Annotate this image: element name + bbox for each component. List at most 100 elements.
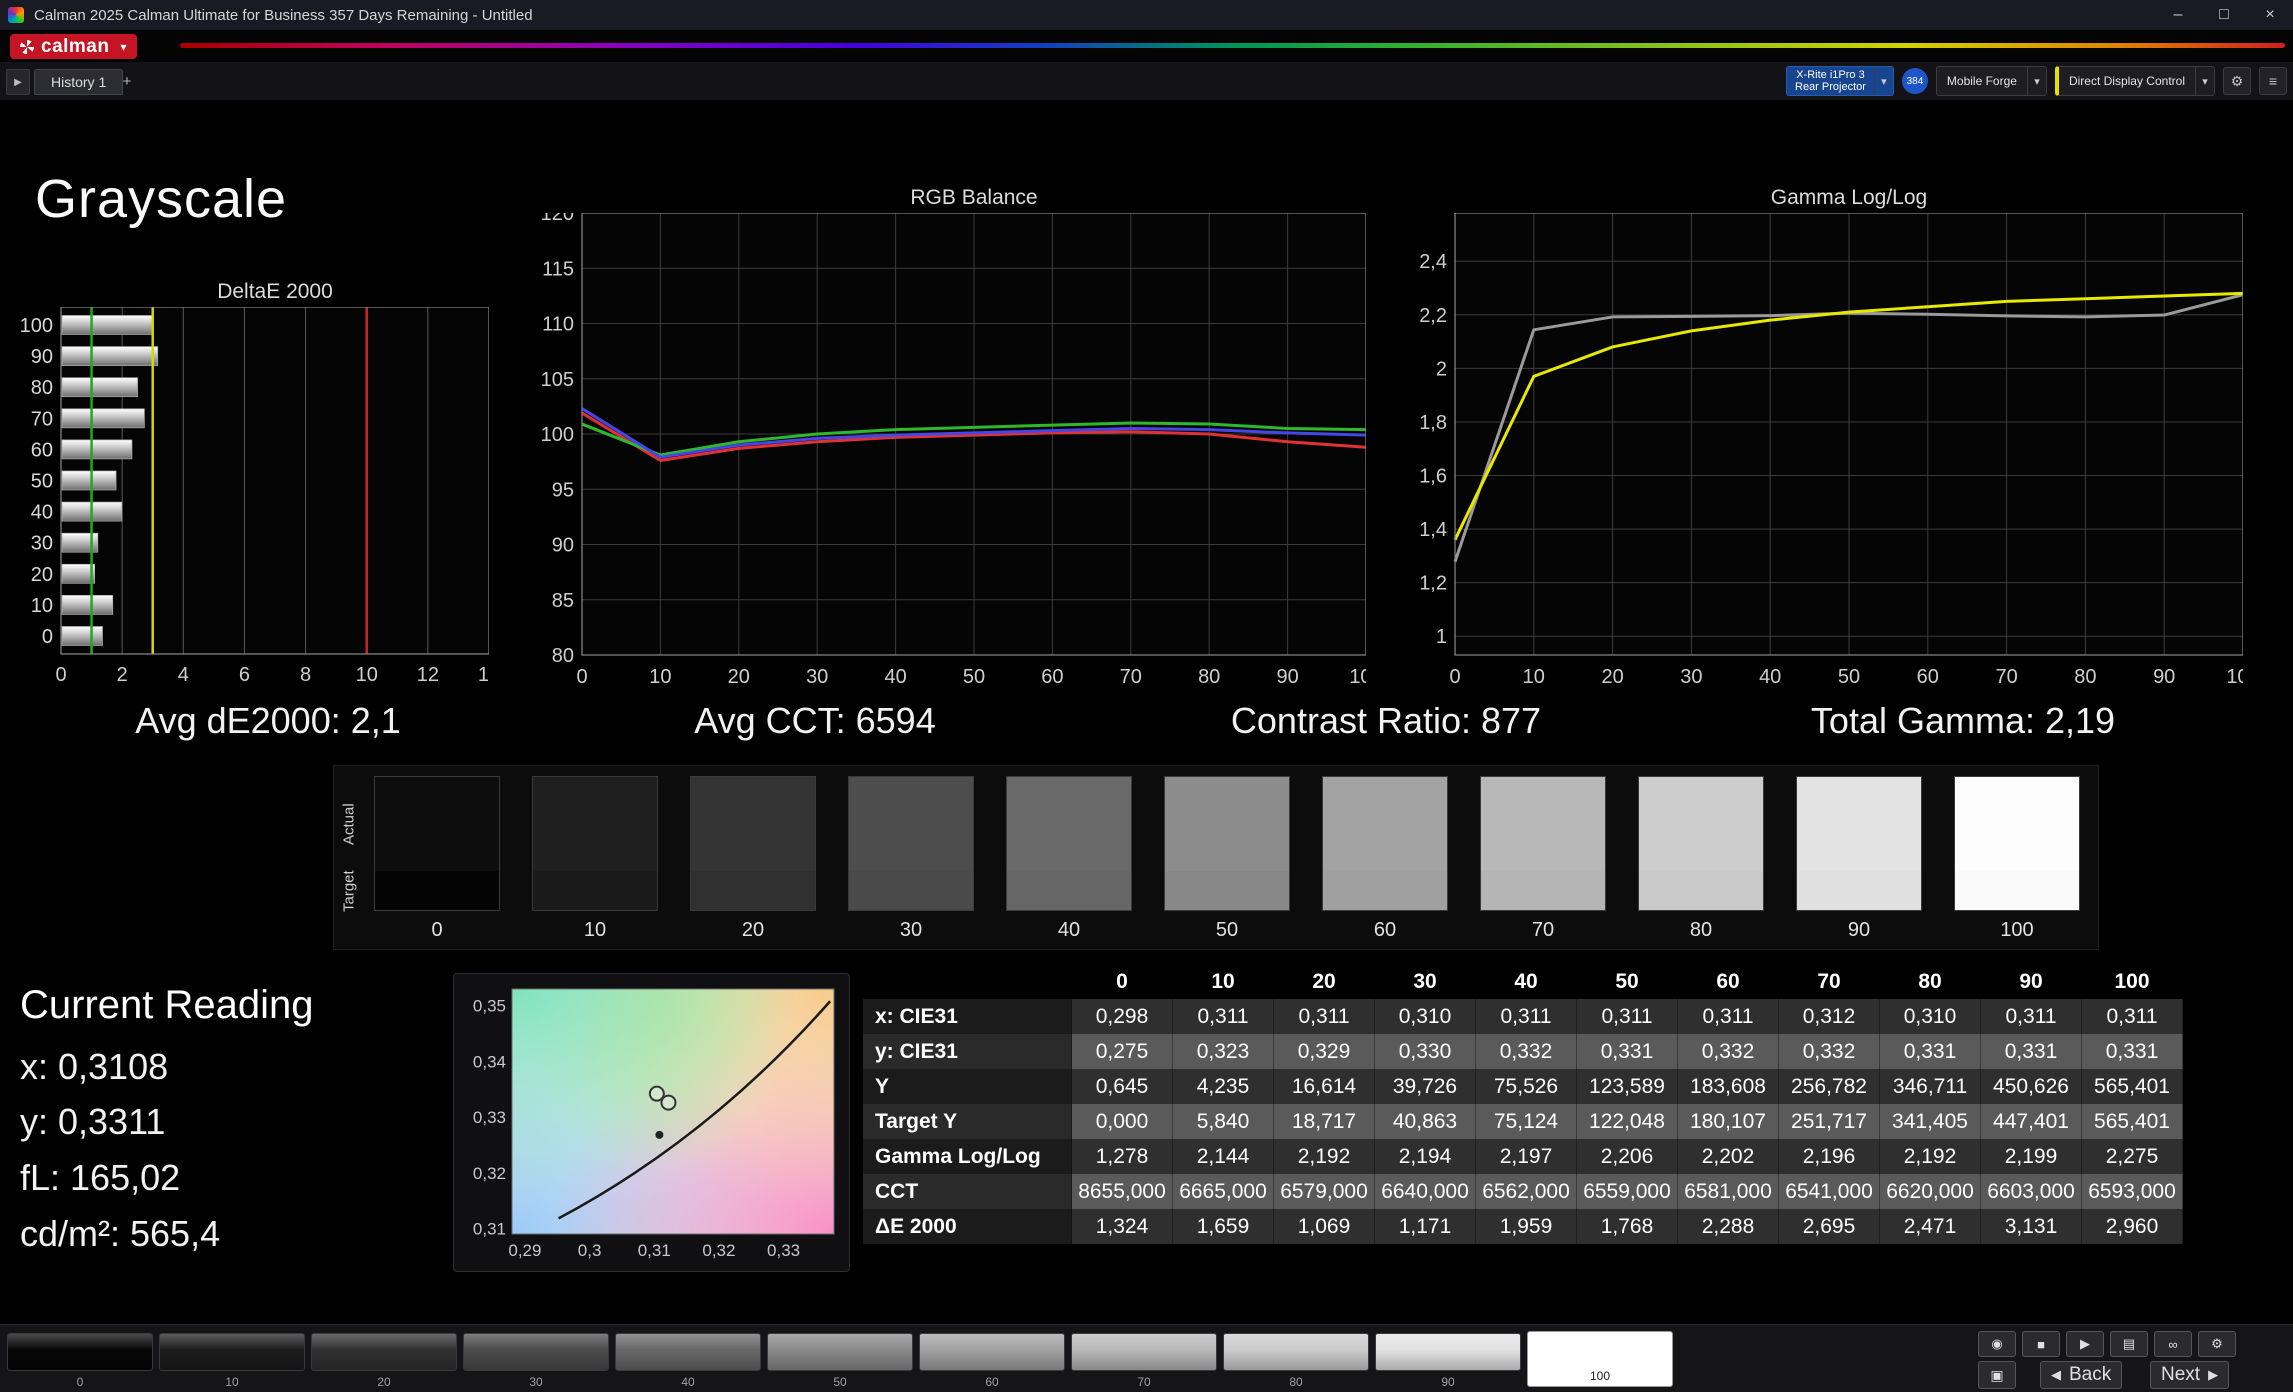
swatch-target-patch: [690, 871, 816, 911]
table-cell: 0,000: [1072, 1104, 1173, 1139]
pattern-source-dropdown[interactable]: Mobile Forge ▾: [1935, 66, 2047, 96]
current-reading-title: Current Reading: [20, 983, 314, 1027]
maximize-button[interactable]: □: [2201, 0, 2247, 30]
pattern-window-button[interactable]: ▣: [1978, 1361, 2016, 1389]
level-button-60[interactable]: 60: [919, 1331, 1065, 1389]
level-button-patch[interactable]: [7, 1333, 153, 1371]
level-button-50[interactable]: 50: [767, 1331, 913, 1389]
level-button-30[interactable]: 30: [463, 1331, 609, 1389]
menu-icon[interactable]: ≡: [2259, 67, 2287, 95]
svg-text:6: 6: [239, 664, 250, 686]
swatch-level-label: 0: [431, 919, 443, 941]
grayscale-swatch-strip: Actual Target 0 10 20 30 40 50 60 70 80 90 100: [333, 765, 2099, 950]
brand-bar: calman ▾: [0, 30, 2293, 62]
table-cell: 6593,000: [2082, 1174, 2183, 1209]
chevron-down-icon: ▾: [120, 39, 127, 54]
table-column-header: 70: [1779, 965, 1880, 999]
level-button-100[interactable]: 100: [1527, 1331, 1673, 1389]
calman-menu-button[interactable]: calman ▾: [10, 34, 137, 59]
swatch-target-patch: [1164, 871, 1290, 911]
table-cell: 0,645: [1072, 1069, 1173, 1104]
swatch-level-label: 20: [741, 919, 765, 941]
level-button-patch[interactable]: [1071, 1333, 1217, 1371]
display-control-dropdown[interactable]: Direct Display Control ▾: [2054, 66, 2215, 96]
table-column-header: 90: [1981, 965, 2082, 999]
swatch-target-patch: [532, 871, 658, 911]
level-button-patch[interactable]: [919, 1333, 1065, 1371]
play-button[interactable]: ▶: [2066, 1331, 2104, 1357]
level-button-patch[interactable]: [1223, 1333, 1369, 1371]
minimize-button[interactable]: –: [2155, 0, 2201, 30]
stop-button[interactable]: ■: [2022, 1331, 2060, 1357]
table-cell: 2,202: [1678, 1139, 1779, 1174]
back-button[interactable]: ◀ Back: [2040, 1361, 2123, 1389]
level-button-20[interactable]: 20: [311, 1331, 457, 1389]
grayscale-swatch-70: 70: [1480, 776, 1606, 942]
rgb-balance-line-chart: 0 10 20 30 40 50 60 70 80 90 100 120 115 110 105 100 95 9…: [541, 213, 1366, 688]
meter-status-badge: 384: [1901, 68, 1928, 94]
back-label: Back: [2069, 1364, 2112, 1385]
grayscale-swatch-0: 0: [374, 776, 500, 942]
add-tab-button[interactable]: +: [116, 71, 138, 91]
history-expand-icon[interactable]: ▶: [6, 69, 30, 95]
calman-application-window: Calman 2025 Calman Ultimate for Business…: [0, 0, 2293, 1392]
swatch-actual-patch: [848, 776, 974, 871]
level-button-80[interactable]: 80: [1223, 1331, 1369, 1389]
table-cell: 0,311: [1476, 999, 1577, 1034]
grayscale-data-table: 0 10 20 30 40 50 60 70 80 90 100 x: CIE31 0,298 0,311…: [863, 965, 2183, 1244]
table-cell: 1,959: [1476, 1209, 1577, 1244]
table-cell: 123,589: [1577, 1069, 1678, 1104]
table-cell: 5,840: [1173, 1104, 1274, 1139]
gear-icon[interactable]: ⚙: [2223, 67, 2251, 95]
table-row-label: Target Y: [863, 1104, 1072, 1139]
table-row: Gamma Log/Log 1,278 2,144 2,192 2,194 2,197 2,…: [863, 1139, 2183, 1174]
meter-read-button[interactable]: ◉: [1978, 1331, 2016, 1357]
level-button-90[interactable]: 90: [1375, 1331, 1521, 1389]
grayscale-swatch-10: 10: [532, 776, 658, 942]
swatch-level-label: 100: [2000, 919, 2034, 941]
svg-text:2: 2: [117, 664, 128, 686]
table-cell: 6562,000: [1476, 1174, 1577, 1209]
table-cell: 0,311: [1274, 999, 1375, 1034]
tab-history-1[interactable]: History 1: [34, 69, 124, 95]
pattern-button[interactable]: ▤: [2110, 1331, 2148, 1357]
svg-text:90: 90: [2153, 666, 2175, 688]
settings-button[interactable]: ⚙: [2198, 1331, 2236, 1357]
svg-text:2: 2: [1436, 358, 1447, 380]
level-button-patch[interactable]: [311, 1333, 457, 1371]
table-cell: 6579,000: [1274, 1174, 1375, 1209]
level-button-70[interactable]: 70: [1071, 1331, 1217, 1389]
table-cell: 0,310: [1880, 999, 1981, 1034]
svg-text:70: 70: [31, 408, 53, 430]
next-button[interactable]: Next ▶: [2150, 1361, 2230, 1389]
level-button-10[interactable]: 10: [159, 1331, 305, 1389]
svg-text:0,29: 0,29: [508, 1241, 541, 1260]
svg-text:115: 115: [542, 258, 574, 280]
grayscale-swatch-30: 30: [848, 776, 974, 942]
table-cell: 1,171: [1375, 1209, 1476, 1244]
table-cell: 2,192: [1274, 1139, 1375, 1174]
close-button[interactable]: ×: [2247, 0, 2293, 30]
level-button-label: 60: [985, 1375, 999, 1389]
level-button-patch[interactable]: [159, 1333, 305, 1371]
svg-text:0,32: 0,32: [702, 1241, 735, 1260]
continuous-button[interactable]: ∞: [2154, 1331, 2192, 1357]
table-cell: 346,711: [1880, 1069, 1981, 1104]
level-button-40[interactable]: 40: [615, 1331, 761, 1389]
meter-dropdown[interactable]: X-Rite i1Pro 3 Rear Projector ▾: [1786, 66, 1894, 96]
table-column-header: 40: [1476, 965, 1577, 999]
level-button-patch[interactable]: [615, 1333, 761, 1371]
level-button-patch[interactable]: [463, 1333, 609, 1371]
table-cell: 0,275: [1072, 1034, 1173, 1069]
level-button-patch[interactable]: [767, 1333, 913, 1371]
table-cell: 0,323: [1173, 1034, 1274, 1069]
table-cell: 450,626: [1981, 1069, 2082, 1104]
level-button-patch[interactable]: [1375, 1333, 1521, 1371]
swatch-actual-patch: [1480, 776, 1606, 871]
table-cell: 2,275: [2082, 1139, 2183, 1174]
table-cell: 2,197: [1476, 1139, 1577, 1174]
swatch-target-patch: [374, 871, 500, 911]
back-icon: ◀: [2051, 1367, 2061, 1382]
level-button-0[interactable]: 0: [7, 1331, 153, 1389]
table-cell: 2,192: [1880, 1139, 1981, 1174]
